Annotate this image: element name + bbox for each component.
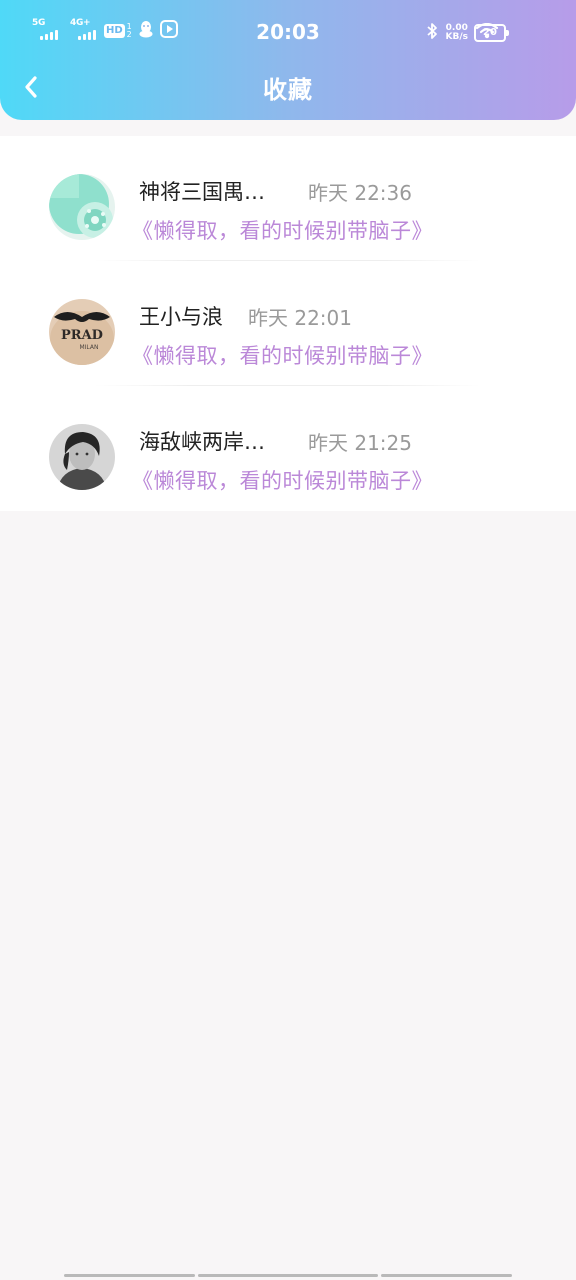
status-bar: 5G 4G+ HD 1 2 20:03 0.00 KB/s 20 (0, 0, 576, 66)
svg-text:MILAN: MILAN (79, 344, 98, 351)
battery-icon: 20 (474, 24, 509, 42)
header: 5G 4G+ HD 1 2 20:03 0.00 KB/s 20 收藏 (0, 0, 576, 120)
item-title: 《懒得取，看的时候别带脑子》 (132, 469, 433, 493)
avatar[interactable] (49, 424, 115, 490)
home-indicator[interactable] (0, 1274, 576, 1278)
avatar[interactable] (49, 174, 115, 240)
item-time: 昨天 21:25 (308, 431, 412, 455)
item-username: 王小与浪 (139, 305, 223, 329)
list-item[interactable]: 神将三国禺… 昨天 22:36 《懒得取，看的时候别带脑子》 (0, 136, 576, 261)
network-speed: 0.00 KB/s (445, 23, 468, 42)
page-title: 收藏 (263, 76, 313, 104)
item-username: 海敌峡两岸… (139, 430, 265, 454)
item-title: 《懒得取，看的时候别带脑子》 (132, 344, 433, 368)
item-username: 神将三国禺… (139, 180, 265, 204)
list-item[interactable]: 海敌峡两岸… 昨天 21:25 《懒得取，看的时候别带脑子》 (0, 386, 576, 511)
list-item[interactable]: PRAD MILAN 王小与浪 昨天 22:01 《懒得取，看的时候别带脑子》 (0, 261, 576, 386)
avatar[interactable]: PRAD MILAN (49, 299, 115, 365)
bluetooth-icon (426, 22, 438, 44)
svg-text:PRAD: PRAD (61, 328, 103, 343)
item-time: 昨天 22:01 (248, 306, 352, 330)
item-time: 昨天 22:36 (308, 181, 412, 205)
favorites-list: 神将三国禺… 昨天 22:36 《懒得取，看的时候别带脑子》 PRAD MILA… (0, 136, 576, 511)
item-title: 《懒得取，看的时候别带脑子》 (132, 219, 433, 243)
